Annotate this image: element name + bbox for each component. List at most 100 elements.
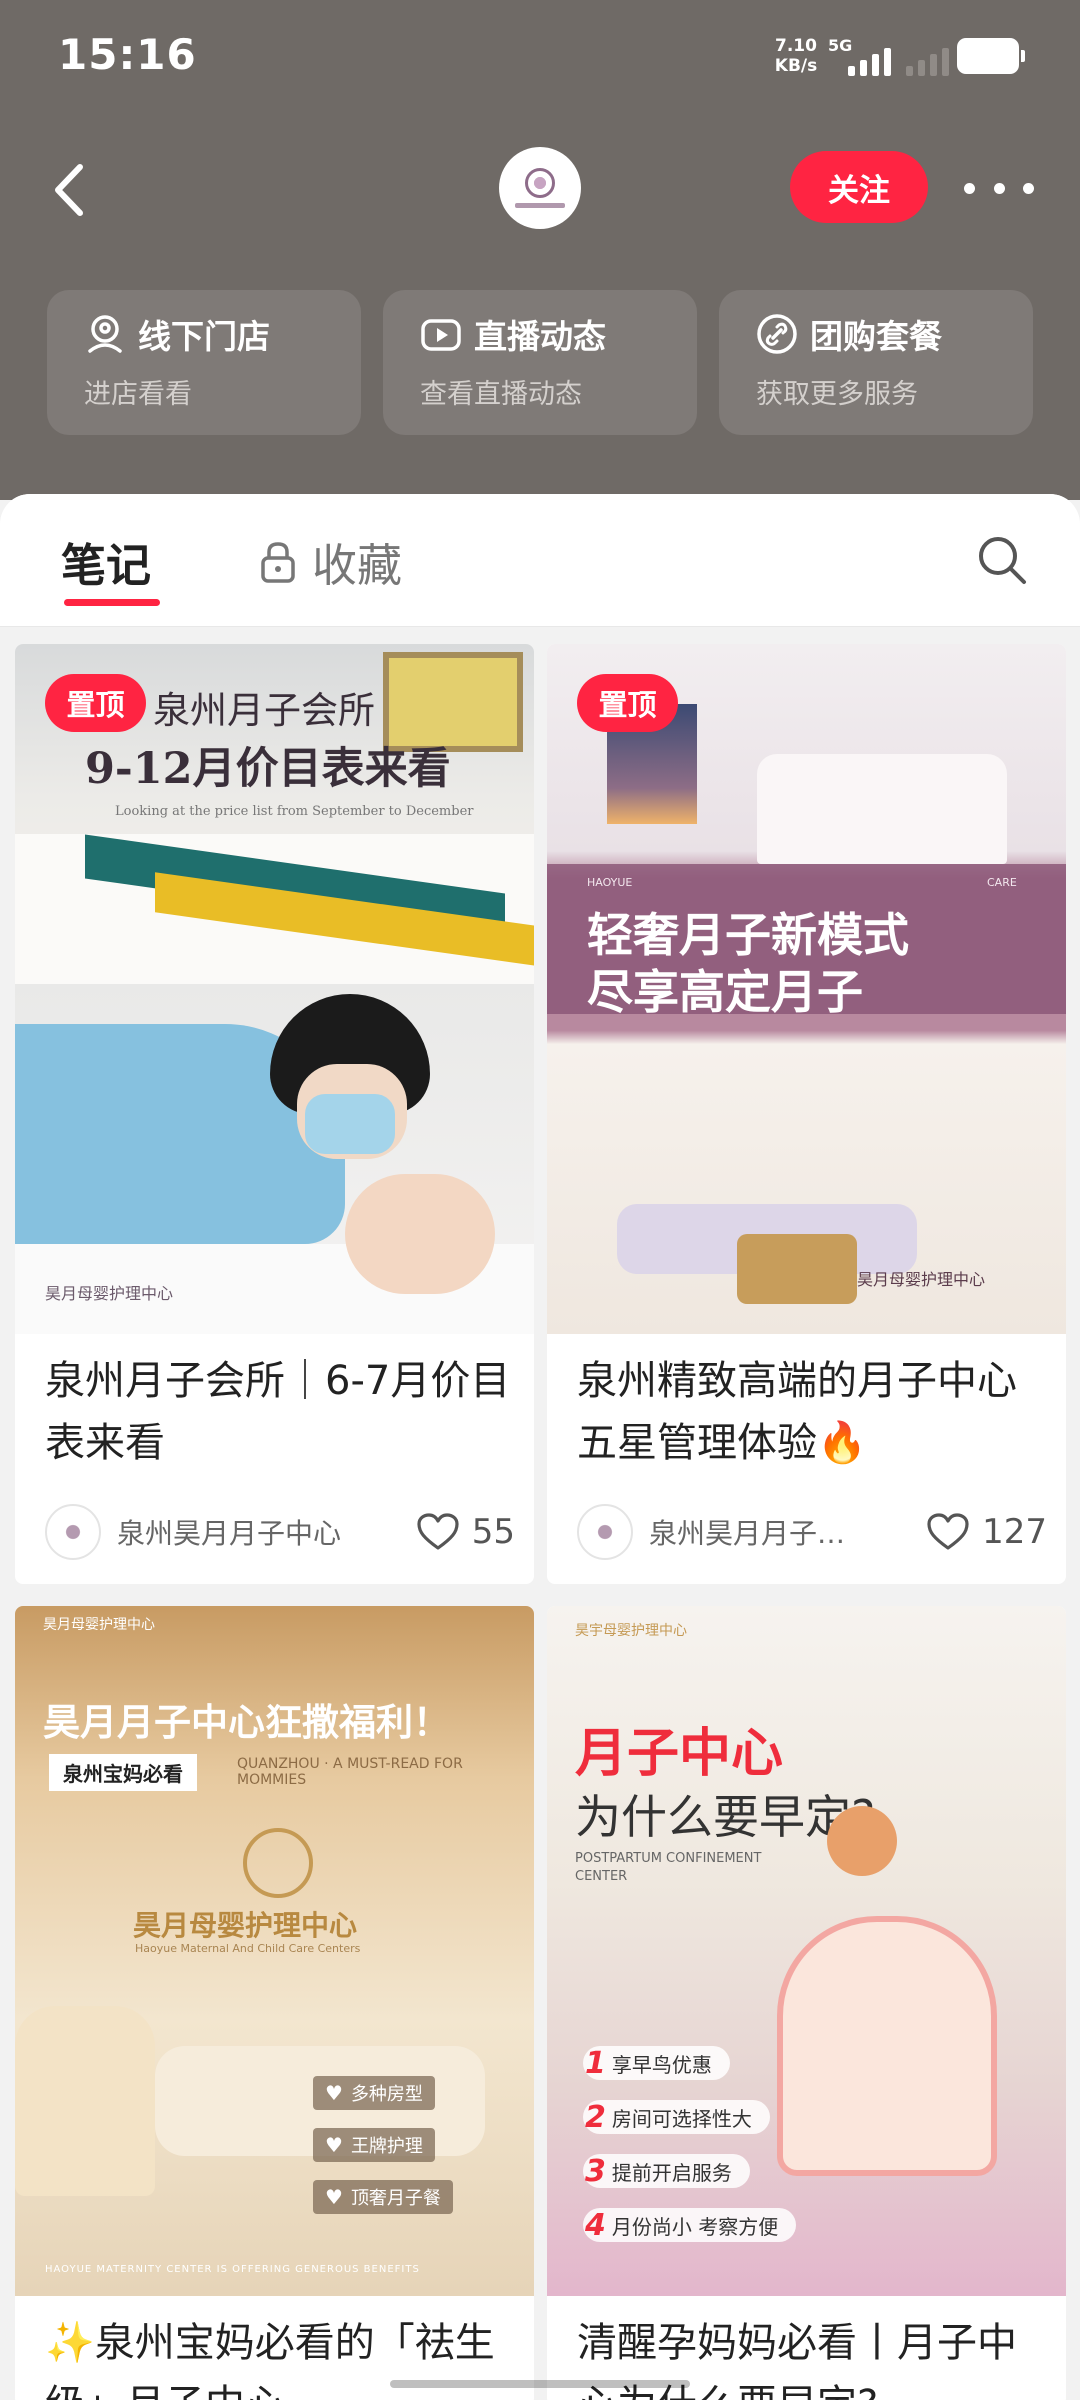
wall-sign-en: Haoyue Maternal And Child Care Centers bbox=[135, 1942, 361, 1955]
like-button[interactable]: 55 bbox=[416, 1512, 515, 1552]
tab-notes[interactable]: 笔记 bbox=[61, 529, 160, 606]
tab-bar: 笔记 收藏 bbox=[0, 494, 1080, 627]
heart-icon: ♥ bbox=[325, 2081, 343, 2105]
wall-sign-text: 昊月母婴护理中心 bbox=[133, 1909, 358, 1942]
service-subtitle: 进店看看 bbox=[84, 379, 192, 410]
baby-figure bbox=[345, 1174, 495, 1294]
service-title: 直播动态 bbox=[420, 310, 697, 358]
network-speed-value: 7.10 bbox=[775, 36, 817, 56]
service-card-live[interactable]: 直播动态 查看直播动态 bbox=[383, 290, 697, 435]
perk-tag: ♥ 王牌护理 bbox=[313, 2128, 435, 2162]
cover-heading: 昊月月子中心狂撒福利！ bbox=[43, 1700, 450, 1744]
service-title: 团购套餐 bbox=[756, 310, 1033, 358]
cover-heading-2: 9-12月价目表来看 bbox=[85, 744, 451, 794]
author-name[interactable]: 泉州昊月月子中心 bbox=[117, 1512, 341, 1552]
search-button[interactable] bbox=[976, 534, 1028, 586]
note-cover-image: HAOYUE CARE 轻奢月子新模式 尽享高定月子 昊月母婴护理中心 置顶 bbox=[547, 644, 1066, 1334]
home-indicator[interactable] bbox=[390, 2380, 690, 2388]
heart-icon bbox=[417, 1513, 459, 1550]
heart-icon bbox=[927, 1513, 969, 1550]
more-options-button[interactable] bbox=[964, 170, 1034, 206]
author-avatar[interactable] bbox=[577, 1504, 633, 1560]
cover-tag: 泉州宝妈必看 bbox=[49, 1754, 197, 1791]
note-title: 泉州精致高端的月子中心 五星管理体验🔥 bbox=[577, 1358, 1017, 1466]
note-card[interactable]: 泉州月子会所 9-12月价目表来看 Looking at the price l… bbox=[15, 644, 534, 1584]
service-card-group-buy[interactable]: 团购套餐 获取更多服务 bbox=[719, 290, 1033, 435]
cover-brand-logo: 昊月母婴护理中心 bbox=[857, 1270, 986, 1289]
signal-secondary-icon bbox=[906, 42, 949, 76]
note-card[interactable]: 昊月母婴护理中心 昊月月子中心狂撒福利！ 泉州宝妈必看 QUANZHOU · A… bbox=[15, 1606, 534, 2400]
cover-heading-2: 尽享高定月子 bbox=[587, 965, 863, 1019]
author-name[interactable]: 泉州昊月月子… bbox=[649, 1512, 845, 1552]
note-meta: 泉州昊月月子中心 55 bbox=[45, 1504, 515, 1560]
status-time: 15:16 bbox=[58, 30, 197, 79]
follow-button[interactable]: 关注 bbox=[790, 151, 928, 223]
note-cover-image: 泉州月子会所 9-12月价目表来看 Looking at the price l… bbox=[15, 644, 534, 1334]
brand-avatar[interactable] bbox=[499, 147, 581, 229]
cover-footer-en: HAOYUE MATERNITY CENTER IS OFFERING GENE… bbox=[45, 2264, 420, 2275]
location-pin-icon bbox=[88, 315, 122, 353]
nav-bar: 关注 bbox=[0, 115, 1080, 250]
reason-item: 3 提前开启服务 bbox=[583, 2154, 750, 2189]
cover-subtitle-en: POSTPARTUM CONFINEMENT CENTER bbox=[575, 1851, 762, 1884]
perk-tag-label: 多种房型 bbox=[350, 2084, 423, 2105]
note-cover-image: 昊宇母婴护理中心 月子中心 为什么要早定? POSTPARTUM CONFINE… bbox=[547, 1606, 1066, 2296]
back-arrow-icon bbox=[55, 164, 83, 216]
cover-subtitle-en: Looking at the price list from September… bbox=[115, 804, 474, 819]
network-speed: 7.10 KB/s bbox=[766, 36, 826, 76]
heart-icon: ♥ bbox=[325, 2133, 343, 2157]
pinned-badge: 置顶 bbox=[45, 674, 146, 732]
service-cards: 线下门店 进店看看 直播动态 查看直播动态 团购套餐 获取更多服务 bbox=[47, 290, 1033, 435]
note-card[interactable]: HAOYUE CARE 轻奢月子新模式 尽享高定月子 昊月母婴护理中心 置顶 泉… bbox=[547, 644, 1066, 1584]
reason-item: 2 房间可选择性大 bbox=[583, 2100, 770, 2135]
armchair bbox=[15, 2006, 155, 2196]
battery-icon bbox=[957, 38, 1025, 74]
note-card[interactable]: 昊宇母婴护理中心 月子中心 为什么要早定? POSTPARTUM CONFINE… bbox=[547, 1606, 1066, 2400]
tab-collect-label: 收藏 bbox=[312, 539, 403, 592]
reason-item-label: 月份尚小 考察方便 bbox=[611, 2214, 779, 2239]
search-icon bbox=[979, 537, 1026, 584]
like-count: 127 bbox=[982, 1512, 1047, 1552]
link-icon bbox=[757, 314, 797, 354]
back-button[interactable] bbox=[40, 155, 100, 225]
live-camera-icon bbox=[421, 319, 461, 351]
cover-brand-en: HAOYUE bbox=[587, 876, 633, 889]
reason-item: 4 月份尚小 考察方便 bbox=[583, 2208, 797, 2243]
cover-care-en: CARE bbox=[987, 876, 1017, 889]
reason-item-label: 享早鸟优惠 bbox=[611, 2052, 712, 2077]
perk-tag: ♥ 顶奢月子餐 bbox=[313, 2180, 453, 2214]
service-title-text: 团购套餐 bbox=[810, 317, 942, 356]
network-speed-unit: KB/s bbox=[774, 56, 818, 76]
coffee-table bbox=[737, 1234, 857, 1304]
wall-logo-icon bbox=[243, 1828, 313, 1898]
perk-tag: ♥ 多种房型 bbox=[313, 2076, 435, 2110]
status-bar: 15:16 7.10 KB/s 5G bbox=[0, 0, 1080, 115]
signal-icon bbox=[848, 42, 891, 76]
cover-nurse-baby-photo: 昊月母婴护理中心 bbox=[15, 984, 534, 1334]
bed bbox=[757, 754, 1007, 864]
cover-brand-logo: 昊宇母婴护理中心 bbox=[575, 1623, 687, 1639]
cover-subtitle-en: QUANZHOU · A MUST-READ FOR MOMMIES bbox=[237, 1756, 463, 1788]
like-count: 55 bbox=[471, 1512, 515, 1552]
brand-logo-wordmark bbox=[515, 203, 565, 208]
service-title-text: 直播动态 bbox=[474, 317, 606, 356]
note-cover-image: 昊月母婴护理中心 昊月月子中心狂撒福利！ 泉州宝妈必看 QUANZHOU · A… bbox=[15, 1606, 534, 2296]
tab-collect[interactable]: 收藏 bbox=[258, 529, 402, 594]
content-sheet: 笔记 收藏 泉州月子会所 9-12月价目表来看 Looking at the p… bbox=[0, 494, 1080, 2400]
perk-tag-label: 顶奢月子餐 bbox=[350, 2188, 441, 2209]
tab-notes-label: 笔记 bbox=[61, 539, 152, 592]
baby-swing-chair bbox=[777, 1916, 997, 2176]
like-button[interactable]: 127 bbox=[926, 1512, 1047, 1552]
perk-tag-label: 王牌护理 bbox=[350, 2136, 423, 2157]
service-card-offline-store[interactable]: 线下门店 进店看看 bbox=[47, 290, 361, 435]
brand-logo-icon bbox=[525, 168, 555, 198]
toy-bear bbox=[827, 1806, 897, 1876]
store-header: 15:16 7.10 KB/s 5G 关注 线下门店 进店看看 直播动态 查看直… bbox=[0, 0, 1080, 500]
service-title: 线下门店 bbox=[84, 310, 361, 358]
reason-item: 1 享早鸟优惠 bbox=[583, 2046, 730, 2081]
cover-brand-logo: 昊月母婴护理中心 bbox=[43, 1617, 155, 1633]
active-tab-indicator bbox=[64, 599, 160, 606]
cover-heading-red: 月子中心 bbox=[575, 1724, 784, 1784]
note-title: 泉州月子会所｜6-7月价目表来看 bbox=[45, 1358, 511, 1466]
author-avatar[interactable] bbox=[45, 1504, 101, 1560]
